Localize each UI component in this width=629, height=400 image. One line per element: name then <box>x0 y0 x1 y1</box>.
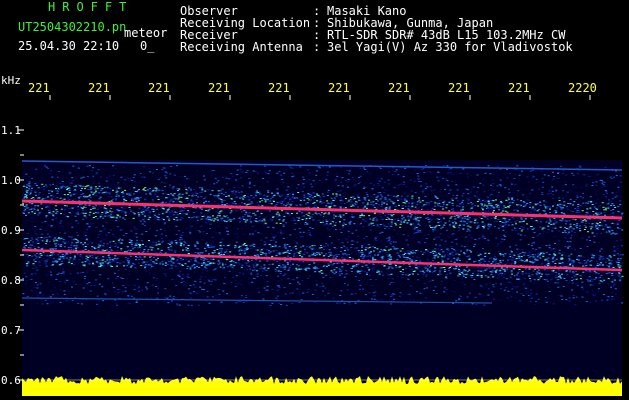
y-tick-label: 0.8 <box>1 274 21 287</box>
y-tick-label: 0.6 <box>1 374 21 387</box>
y-tick-label: 1.0 <box>1 174 21 187</box>
x-tick-label: 221 <box>148 81 170 95</box>
x-tick-label: 2220 <box>568 81 597 95</box>
frequency-axis: 1.1 1.0 0.9 0.8 0.7 0.6 <box>1 124 24 387</box>
y-tick-label: 0.7 <box>1 324 21 337</box>
x-tick-label: 221 <box>388 81 410 95</box>
x-tick-label: 221 <box>328 81 350 95</box>
time-axis: 221 221 221 221 221 221 221 221 221 2220 <box>28 81 597 100</box>
y-tick-label: 0.9 <box>1 224 21 237</box>
y-tick-label: 1.1 <box>1 124 21 137</box>
x-tick-label: 221 <box>88 81 110 95</box>
x-tick-label: 221 <box>508 81 530 95</box>
x-tick-label: 221 <box>448 81 470 95</box>
spectrogram-plot: 1.11.00.90.80.70.6 221 221 221 221 221 221 221… <box>1 81 624 396</box>
x-tick-label: 221 <box>208 81 230 95</box>
x-tick-label: 221 <box>268 81 290 95</box>
waterfall-display <box>21 160 624 380</box>
x-tick-label: 221 <box>28 81 50 95</box>
